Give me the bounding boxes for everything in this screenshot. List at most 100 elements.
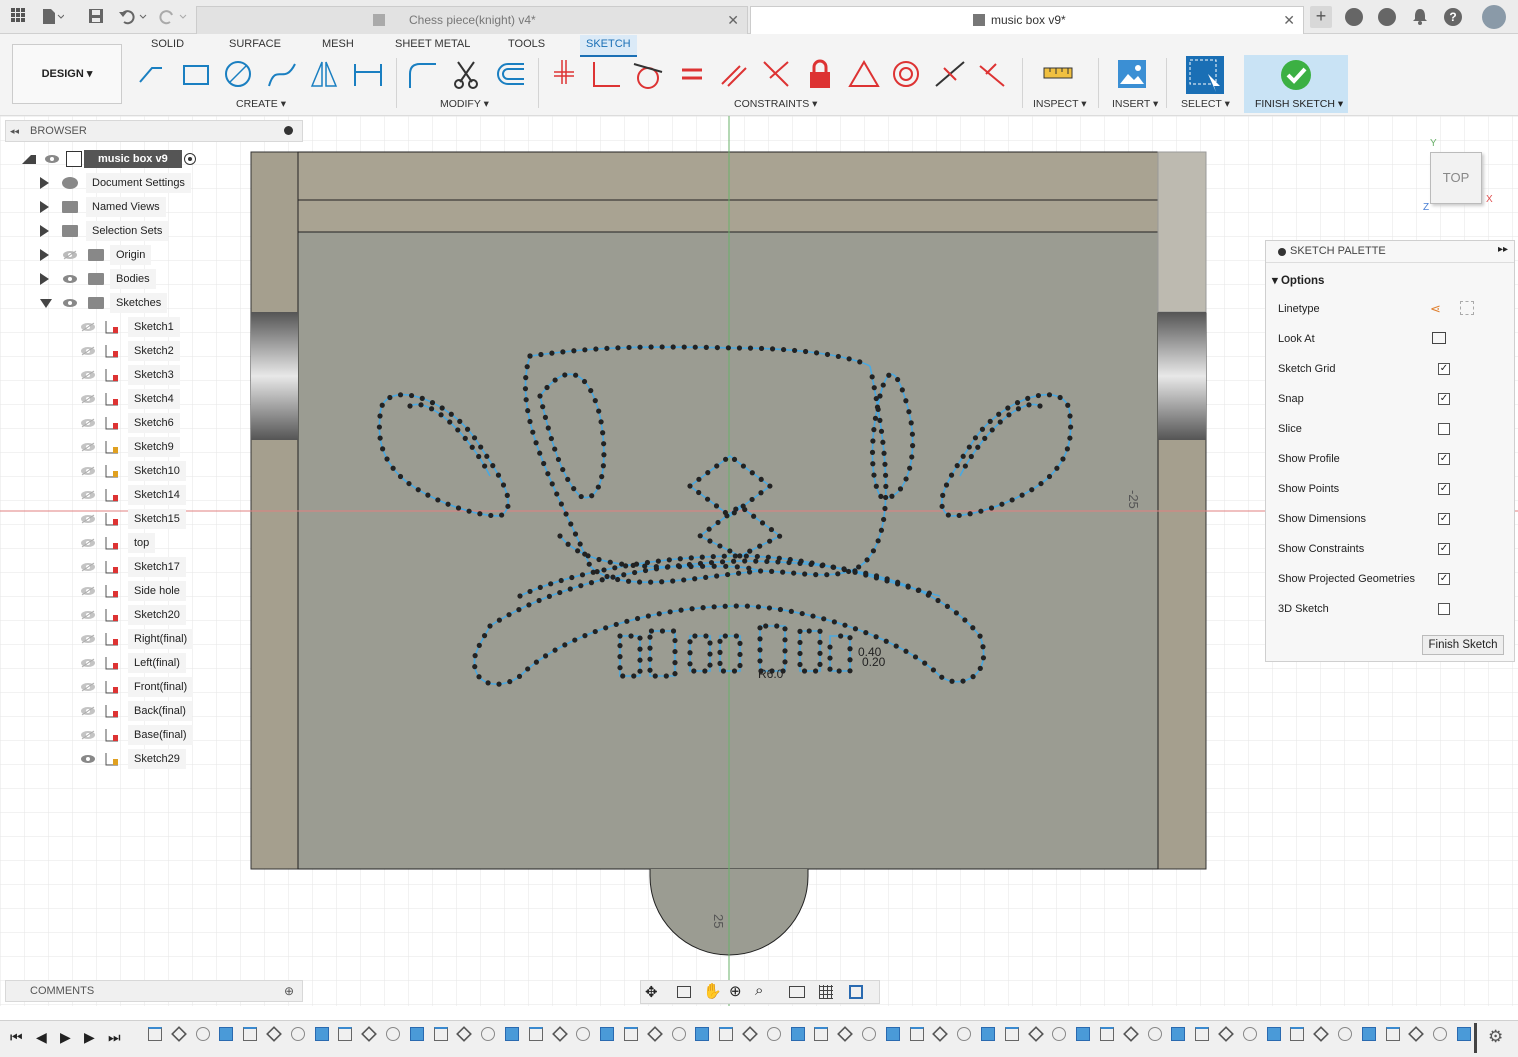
sketch-point[interactable] (617, 633, 623, 639)
sketch-point[interactable] (571, 486, 577, 492)
sketch-point[interactable] (500, 482, 507, 488)
close-tab-icon[interactable]: ✕ (1283, 7, 1295, 33)
timeline-feature-move[interactable] (386, 1027, 400, 1041)
sketch-point[interactable] (1046, 473, 1053, 480)
sketch-point[interactable] (659, 579, 665, 585)
insert-group-label[interactable]: INSERT ▾ (1112, 98, 1158, 110)
add-comment-icon[interactable]: ⊕ (284, 981, 294, 1001)
sketch-point[interactable] (939, 503, 945, 509)
timeline-feature-sketch[interactable] (338, 1027, 353, 1041)
sketch-point[interactable] (717, 649, 723, 655)
sketch-point[interactable] (744, 603, 750, 609)
timeline-feature-body[interactable] (219, 1027, 234, 1041)
sketch-point[interactable] (707, 662, 713, 668)
sketch-point[interactable] (731, 668, 738, 674)
sketch-point[interactable] (774, 623, 780, 629)
sketch-point[interactable] (572, 531, 579, 537)
sketch-point[interactable] (380, 446, 386, 452)
sketch-point[interactable] (847, 657, 853, 663)
sketch-point[interactable] (527, 588, 533, 595)
tab-tools[interactable]: TOOLS (508, 38, 545, 50)
sketch-point[interactable] (869, 374, 875, 380)
sketch-point[interactable] (648, 628, 655, 634)
sketch-point[interactable] (384, 456, 390, 462)
sketch-point[interactable] (376, 424, 382, 430)
notifications-icon[interactable] (1410, 7, 1430, 27)
sketch-point[interactable] (696, 489, 702, 496)
collapse-icon[interactable] (22, 155, 36, 164)
timeline-feature-joint[interactable] (170, 1026, 187, 1042)
visibility-hidden-eye-icon[interactable] (80, 346, 96, 356)
sketch-point[interactable] (637, 646, 643, 652)
timeline-feature-body[interactable] (695, 1027, 710, 1041)
sketch-point[interactable] (548, 581, 554, 587)
sketch-point[interactable] (743, 553, 749, 559)
timeline-feature-body[interactable] (885, 1027, 900, 1041)
sketch-row[interactable]: Sketch15 (76, 509, 206, 529)
sketch-point[interactable] (687, 661, 693, 667)
timeline-feature-body[interactable] (1266, 1027, 1281, 1041)
sketch-point[interactable] (720, 668, 727, 674)
sketch-point[interactable] (722, 633, 728, 639)
sketch-point[interactable] (647, 634, 653, 640)
sketch-point[interactable] (1019, 492, 1025, 498)
sketch-point[interactable] (922, 660, 928, 666)
sketch-point[interactable] (871, 385, 877, 391)
sketch-point[interactable] (835, 353, 841, 360)
avatar[interactable] (1482, 5, 1506, 29)
sketch-point[interactable] (601, 452, 607, 458)
sketch-point[interactable] (1029, 487, 1035, 493)
sketch-point[interactable] (719, 559, 726, 565)
sketch-point[interactable] (907, 465, 913, 471)
sketch-point[interactable] (469, 444, 475, 450)
sketch-point[interactable] (775, 559, 781, 565)
sketch-row[interactable]: Side hole (76, 581, 206, 601)
sketch-row[interactable]: Sketch29 (76, 749, 206, 769)
visibility-hidden-eye-icon[interactable] (80, 658, 96, 668)
sketch-point[interactable] (438, 412, 444, 418)
sketch-point[interactable] (377, 435, 383, 441)
sketch-point[interactable] (593, 346, 599, 352)
timeline-feature-sketch[interactable] (1195, 1027, 1210, 1041)
sketch-point[interactable] (758, 476, 764, 483)
sketch-point[interactable] (615, 576, 621, 583)
sketch-point[interactable] (717, 543, 723, 549)
sketch-point[interactable] (554, 491, 560, 497)
sketch-point[interactable] (813, 350, 820, 356)
timeline-feature-move[interactable] (195, 1027, 210, 1041)
sketch-point[interactable] (915, 587, 921, 593)
fit-icon[interactable]: ⌕ (755, 982, 763, 999)
sketch-point[interactable] (797, 639, 803, 646)
sketch-point[interactable] (722, 603, 728, 609)
timeline-feature-sketch[interactable] (1004, 1027, 1019, 1041)
sketch-point[interactable] (882, 472, 889, 478)
visibility-eye-icon[interactable] (44, 154, 60, 164)
save-icon[interactable] (86, 7, 106, 27)
sketch-point[interactable] (670, 578, 676, 584)
visibility-hidden-eye-icon[interactable] (80, 682, 96, 692)
sketch-point[interactable] (759, 520, 766, 526)
sketch-point[interactable] (678, 607, 684, 613)
visibility-hidden-eye-icon[interactable] (80, 466, 96, 476)
sketch-point[interactable] (737, 662, 743, 669)
sketch-point[interactable] (692, 576, 698, 582)
sketch-point[interactable] (705, 470, 711, 476)
sketch-point[interactable] (1005, 405, 1011, 411)
sketch-point[interactable] (703, 574, 709, 580)
timeline-feature-body[interactable] (505, 1027, 519, 1041)
sketch-row[interactable]: Sketch14 (76, 485, 206, 505)
sketch-point[interactable] (666, 557, 672, 563)
sketch-point[interactable] (455, 505, 462, 511)
sketch-point[interactable] (533, 659, 540, 665)
sketch-point[interactable] (1046, 392, 1053, 398)
timeline-settings-gear-icon[interactable]: ⚙ (1488, 1027, 1503, 1047)
sketch-point[interactable] (387, 394, 393, 401)
sketch-point[interactable] (782, 626, 788, 632)
browser-item-document-settings[interactable]: Document Settings (36, 173, 236, 193)
sketch-point[interactable] (672, 660, 678, 666)
expand-icon[interactable] (40, 225, 49, 237)
sketch-point[interactable] (689, 606, 695, 612)
sketch-point[interactable] (735, 570, 742, 576)
sketch-point[interactable] (505, 503, 511, 509)
sketch-point[interactable] (842, 622, 848, 628)
